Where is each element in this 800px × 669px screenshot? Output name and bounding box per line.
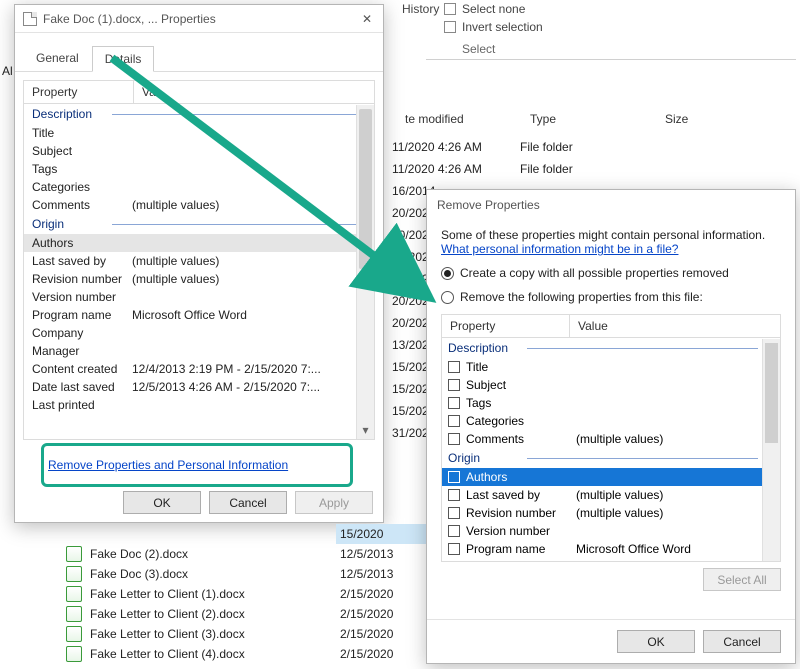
column-header-type: Type (520, 108, 655, 130)
ok-button[interactable]: OK (617, 630, 695, 653)
dialog-title: Remove Properties (427, 190, 795, 220)
property-checkbox-row[interactable]: Revision number(multiple values) (442, 504, 780, 522)
section-header: Origin (442, 448, 780, 468)
divider (426, 59, 796, 60)
radio-create-copy[interactable]: Create a copy with all possible properti… (441, 266, 781, 280)
tab-details[interactable]: Details (92, 46, 155, 72)
radio-icon (441, 267, 454, 280)
property-row[interactable]: Categories (24, 178, 374, 196)
property-row[interactable]: Last printed (24, 396, 374, 414)
property-checkbox-row[interactable]: Subject (442, 376, 780, 394)
property-row[interactable]: Date last saved12/5/2013 4:26 AM - 2/15/… (24, 378, 374, 396)
cancel-button[interactable]: Cancel (209, 491, 287, 514)
property-checkbox-row[interactable]: Last saved by(multiple values) (442, 486, 780, 504)
sidebar-fragment: Al (2, 64, 13, 78)
property-checkbox-row[interactable]: Tags (442, 394, 780, 412)
property-checkbox-row[interactable]: Program nameMicrosoft Office Word (442, 540, 780, 558)
help-link[interactable]: What personal information might be in a … (441, 242, 678, 256)
word-doc-icon (66, 566, 82, 582)
property-row[interactable]: Tags (24, 160, 374, 178)
select-all-button[interactable]: Select All (703, 568, 781, 591)
property-row[interactable]: Authors (24, 234, 374, 252)
property-checkbox-row[interactable]: Authors (442, 468, 780, 486)
radio-remove-selected[interactable]: Remove the following properties from thi… (441, 290, 781, 304)
property-row[interactable]: Program nameMicrosoft Office Word (24, 306, 374, 324)
property-checkbox-row[interactable]: Version number (442, 522, 780, 540)
file-date: 12/5/2013 (336, 544, 426, 564)
ribbon-history[interactable]: History (398, 0, 443, 18)
property-row[interactable]: Content created12/4/2013 2:19 PM - 2/15/… (24, 360, 374, 378)
word-doc-icon (66, 646, 82, 662)
dialog-message: Some of these properties might contain p… (441, 228, 781, 242)
col-value[interactable]: Value (570, 315, 780, 337)
word-doc-icon (66, 626, 82, 642)
document-icon (23, 12, 37, 26)
section-header: Origin (24, 214, 374, 234)
word-doc-icon (66, 606, 82, 622)
property-checkbox-row[interactable]: Title (442, 358, 780, 376)
ribbon-group-select: Select (462, 42, 495, 56)
ribbon-invert-selection[interactable]: Invert selection (440, 18, 547, 36)
close-button[interactable]: ✕ (359, 11, 375, 27)
section-header: Description (442, 338, 780, 358)
checkbox-icon[interactable] (448, 397, 460, 409)
checkbox-icon[interactable] (448, 379, 460, 391)
cancel-button[interactable]: Cancel (703, 630, 781, 653)
checkbox-icon[interactable] (448, 489, 460, 501)
apply-button[interactable]: Apply (295, 491, 373, 514)
checkbox-icon[interactable] (448, 361, 460, 373)
dialog-title: Fake Doc (1).docx, ... Properties (43, 12, 216, 26)
property-row[interactable]: Subject (24, 142, 374, 160)
scrollbar[interactable]: ▾ (356, 105, 374, 439)
explorer-column-headers[interactable]: te modified Type Size (395, 108, 755, 130)
ribbon-select-none[interactable]: Select none (440, 0, 547, 18)
file-date: 2/15/2020 (336, 624, 426, 644)
property-row[interactable]: Version number (24, 288, 374, 306)
file-date: 2/15/2020 (336, 604, 426, 624)
property-row[interactable]: Last saved by(multiple values) (24, 252, 374, 270)
checkbox-icon[interactable] (448, 471, 460, 483)
remove-properties-dialog: Remove Properties Some of these properti… (426, 189, 796, 664)
word-doc-icon (66, 546, 82, 562)
explorer-row[interactable]: 11/2020 4:26 AMFile folder (392, 162, 655, 182)
col-value[interactable]: Va... (134, 81, 374, 103)
checkbox-icon[interactable] (448, 543, 460, 555)
file-date: 2/15/2020 (336, 584, 426, 604)
properties-dialog: Fake Doc (1).docx, ... Properties ✕ Gene… (14, 4, 384, 523)
property-checkbox-row[interactable]: Categories (442, 412, 780, 430)
col-property[interactable]: Property (24, 81, 134, 103)
checkbox-icon[interactable] (448, 433, 460, 445)
column-header-modified: te modified (395, 108, 520, 130)
section-header: Description (24, 104, 374, 124)
checkbox-icon (444, 3, 456, 15)
word-doc-icon (66, 586, 82, 602)
scrollbar[interactable] (762, 339, 780, 561)
tab-general[interactable]: General (23, 45, 92, 71)
chevron-down-icon[interactable]: ▾ (357, 423, 374, 437)
checkbox-icon (444, 21, 456, 33)
checkbox-icon[interactable] (448, 525, 460, 537)
property-row[interactable]: Title (24, 124, 374, 142)
file-date: 12/5/2013 (336, 564, 426, 584)
property-row[interactable]: Revision number(multiple values) (24, 270, 374, 288)
column-header-size: Size (655, 108, 755, 130)
file-date: 2/15/2020 (336, 644, 426, 664)
property-checkbox-row[interactable]: Comments(multiple values) (442, 430, 780, 448)
property-row[interactable]: Comments(multiple values) (24, 196, 374, 214)
col-property[interactable]: Property (442, 315, 570, 337)
radio-icon (441, 291, 454, 304)
remove-properties-link[interactable]: Remove Properties and Personal Informati… (48, 458, 288, 472)
explorer-row[interactable]: 11/2020 4:26 AMFile folder (392, 140, 655, 160)
checkbox-icon[interactable] (448, 507, 460, 519)
property-row[interactable]: Manager (24, 342, 374, 360)
remove-link-highlight: Remove Properties and Personal Informati… (41, 443, 353, 487)
checkbox-icon[interactable] (448, 415, 460, 427)
ok-button[interactable]: OK (123, 491, 201, 514)
property-row[interactable]: Company (24, 324, 374, 342)
